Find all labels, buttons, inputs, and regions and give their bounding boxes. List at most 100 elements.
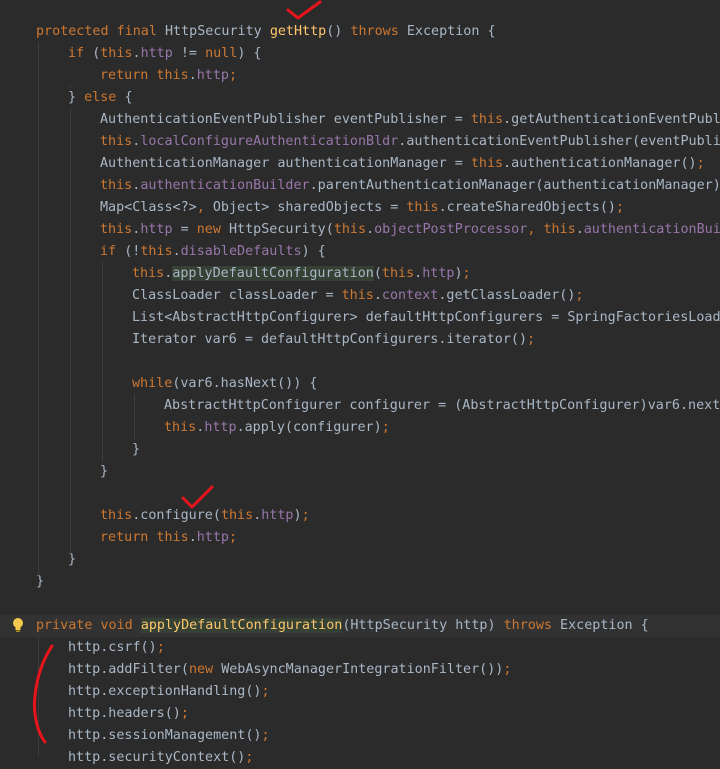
code-line-text: this.localConfigureAuthenticationBldr.au… (100, 131, 720, 153)
code-line[interactable]: return this.http; (0, 527, 720, 549)
code-line[interactable]: ClassLoader classLoader = this.context.g… (0, 285, 720, 307)
code-token: AuthenticationEventPublisher eventPublis… (100, 112, 471, 127)
code-line-text: Map<Class<?>, Object> sharedObjects = th… (100, 197, 624, 219)
code-token: (HttpSecurity http) (342, 618, 504, 633)
code-token: = (172, 222, 197, 237)
code-token: Exception { (406, 24, 496, 39)
code-editor[interactable]: http.securityContext(); http.sessionManag… (0, 0, 720, 765)
code-line[interactable] (0, 483, 720, 505)
code-token: , (527, 222, 544, 237)
code-token: } (68, 90, 85, 105)
code-line-text: if (!this.disableDefaults) { (100, 241, 326, 263)
code-token: http.exceptionHandling() (68, 684, 262, 699)
code-token: applyDefaultConfiguration (140, 618, 343, 633)
code-token: ) (293, 508, 302, 523)
code-line[interactable]: this.http = new HttpSecurity(this.object… (0, 219, 720, 241)
code-token: ; (462, 266, 471, 281)
code-token: this (164, 420, 197, 435)
code-token: ; (261, 728, 270, 743)
code-line[interactable]: AuthenticationEventPublisher eventPublis… (0, 109, 720, 131)
code-line[interactable]: if (this.http != null) { (0, 43, 720, 65)
code-token: this (140, 244, 173, 259)
code-token: ClassLoader classLoader = (132, 288, 342, 303)
code-line[interactable]: this.authenticationBuilder.parentAuthent… (0, 175, 720, 197)
code-line[interactable]: protected final HttpSecurity getHttp() t… (0, 21, 720, 43)
code-line[interactable]: } (0, 439, 720, 461)
code-token: } (36, 574, 45, 589)
code-line-text: http.sessionManagement(); (68, 725, 270, 747)
code-token: Object> sharedObjects = (212, 200, 407, 215)
code-token: if (68, 46, 93, 61)
code-token: Exception { (560, 618, 649, 633)
code-line-text: AuthenticationEventPublisher eventPublis… (100, 109, 720, 131)
code-line[interactable]: if (!this.disableDefaults) { (0, 241, 720, 263)
lightbulb-icon[interactable] (12, 617, 24, 633)
code-token: return this (100, 530, 189, 545)
code-line[interactable]: http.securityContext(); (0, 747, 720, 769)
code-token: http (261, 508, 294, 523)
code-line[interactable]: http.addFilter(new WebAsyncManagerIntegr… (0, 659, 720, 681)
code-line[interactable]: http.sessionManagement(); (0, 725, 720, 747)
code-line-text: this.http.apply(configurer); (164, 417, 390, 439)
code-line-text: AbstractHttpConfigurer configurer = (Abs… (164, 395, 720, 417)
indent-guide (70, 86, 71, 88)
code-line[interactable]: private void applyDefaultConfiguration(H… (0, 615, 720, 637)
code-line[interactable]: Iterator var6 = defaultHttpConfigurers.i… (0, 329, 720, 351)
code-line-text: return this.http; (100, 65, 237, 87)
code-token: this (470, 156, 504, 171)
code-token: ; (381, 420, 390, 435)
code-line[interactable]: http.csrf(); (0, 637, 720, 659)
code-token: http.sessionManagement() (68, 728, 262, 743)
indent-guide (38, 42, 39, 576)
code-token: . (575, 222, 584, 237)
code-token: List<AbstractHttpConfigurer> defaultHttp… (132, 310, 720, 325)
code-token: , (196, 200, 213, 215)
code-token: ; (575, 288, 584, 303)
code-line[interactable]: AuthenticationManager authenticationMana… (0, 153, 720, 175)
red-checkmark-annotation (286, 0, 322, 20)
code-token: (var6.hasNext()) { (172, 376, 318, 391)
code-line-text: http.headers(); (68, 703, 189, 725)
code-token: ) { (301, 244, 326, 259)
code-line[interactable]: } (0, 549, 720, 571)
code-token: { (124, 90, 133, 105)
code-token: new (188, 662, 222, 677)
code-line-text: ClassLoader classLoader = this.context.g… (132, 285, 583, 307)
code-line[interactable]: } (0, 571, 720, 593)
code-line[interactable]: List<AbstractHttpConfigurer> defaultHttp… (0, 307, 720, 329)
code-token: . (172, 244, 181, 259)
code-line[interactable]: this.http.apply(configurer); (0, 417, 720, 439)
code-token: .authenticationManager() (503, 156, 697, 171)
code-token: http (196, 68, 229, 83)
code-line[interactable]: http.headers(); (0, 703, 720, 725)
code-line[interactable]: } else { (0, 87, 720, 109)
code-token: if (100, 244, 125, 259)
code-token: (! (124, 244, 141, 259)
code-token: ; (301, 508, 310, 523)
code-token: ; (696, 156, 705, 171)
code-token: . (132, 46, 141, 61)
code-token: authenticationBuil (583, 222, 720, 237)
code-line-text: this.applyDefaultConfiguration(this.http… (132, 263, 471, 285)
code-line[interactable]: this.configure(this.http); (0, 505, 720, 527)
code-token: authenticationBuilder (140, 178, 310, 193)
code-line[interactable] (0, 593, 720, 615)
code-token: http (204, 420, 237, 435)
code-token: ) { (237, 46, 262, 61)
code-line[interactable]: } (0, 461, 720, 483)
code-line[interactable]: Map<Class<?>, Object> sharedObjects = th… (0, 197, 720, 219)
code-line[interactable]: while(var6.hasNext()) { (0, 373, 720, 395)
code-line[interactable] (0, 351, 720, 373)
indent-guide (134, 394, 135, 440)
code-token: ) (454, 266, 463, 281)
code-line[interactable]: this.localConfigureAuthenticationBldr.au… (0, 131, 720, 153)
code-line[interactable]: return this.http; (0, 65, 720, 87)
code-token: WebAsyncManagerIntegrationFilter()) (221, 662, 504, 677)
code-token: this (341, 288, 374, 303)
code-line[interactable]: http.exceptionHandling(); (0, 681, 720, 703)
code-line[interactable]: this.applyDefaultConfiguration(this.http… (0, 263, 720, 285)
code-line[interactable]: AbstractHttpConfigurer configurer = (Abs… (0, 395, 720, 417)
code-token: this (543, 222, 576, 237)
code-token: context (381, 288, 439, 303)
code-token: http (140, 46, 173, 61)
